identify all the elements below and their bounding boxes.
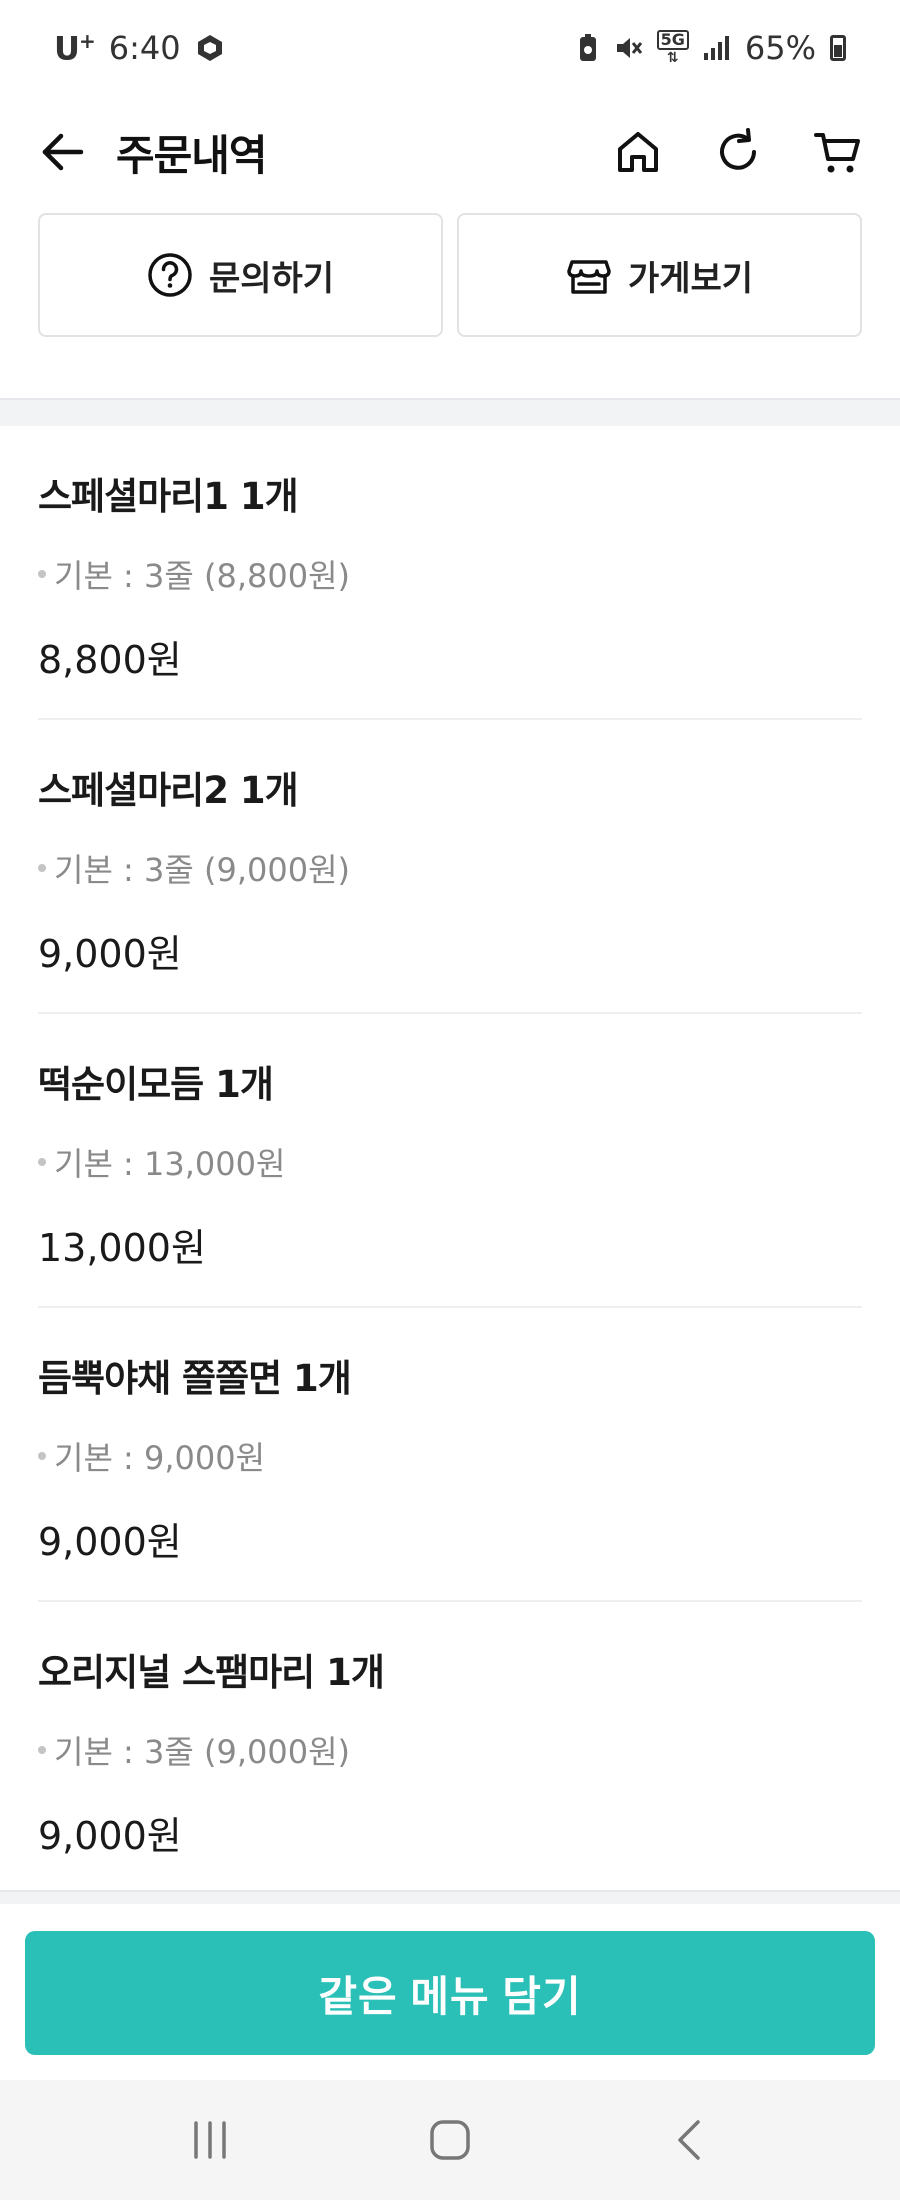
- item-option: 기본 : 3줄 (9,000원): [38, 845, 350, 891]
- inquiry-button[interactable]: 문의하기: [38, 213, 443, 337]
- item-name: 스페셜마리2 1개: [38, 769, 299, 812]
- header-actions: [606, 120, 870, 184]
- bullet-icon: [38, 1746, 46, 1754]
- order-item: 듬뿍야채 쫄쫄면 1개 기본 : 9,000원 9,000원: [38, 1308, 862, 1602]
- item-option: 기본 : 13,000원: [38, 1139, 285, 1185]
- refresh-button[interactable]: [706, 120, 770, 184]
- item-name: 오리지널 스팸마리 1개: [38, 1651, 385, 1694]
- store-icon: [567, 260, 611, 294]
- order-item-list: 스페셜마리1 1개 기본 : 3줄 (8,800원) 8,800원 스페셜마리2…: [0, 426, 900, 1896]
- order-history-screen: U+ 6:40 5G ⇅ 65% 주문내역 문의하기 가게보기 스페셜마리1 1…: [0, 0, 900, 2200]
- item-option: 기본 : 3줄 (8,800원): [38, 551, 350, 597]
- carrier-label: U+: [54, 28, 96, 68]
- item-price: 9,000원: [38, 1520, 182, 1564]
- chevron-left-icon: [678, 2120, 700, 2160]
- battery-percent-label: 65%: [744, 29, 816, 67]
- store-button[interactable]: 가게보기: [457, 213, 862, 337]
- item-name: 듬뿍야채 쫄쫄면 1개: [38, 1357, 352, 1400]
- back-nav-button[interactable]: [645, 2095, 735, 2185]
- add-same-menu-button[interactable]: 같은 메뉴 담기: [25, 1931, 875, 2055]
- item-option: 기본 : 9,000원: [38, 1433, 265, 1479]
- status-bar: U+ 6:40 5G ⇅ 65%: [0, 0, 900, 96]
- time-label: 6:40: [108, 29, 181, 67]
- app-notification-icon: [195, 33, 225, 63]
- bullet-icon: [38, 570, 46, 578]
- network-5g-icon: 5G ⇅: [656, 30, 689, 66]
- home-icon: [618, 132, 658, 172]
- order-item: 스페셜마리2 1개 기본 : 3줄 (9,000원) 9,000원: [38, 720, 862, 1014]
- system-navigation-bar: [0, 2080, 900, 2200]
- recent-apps-button[interactable]: [165, 2095, 255, 2185]
- item-name: 스페셜마리1 1개: [38, 475, 299, 518]
- home-nav-button[interactable]: [405, 2095, 495, 2185]
- bullet-icon: [38, 864, 46, 872]
- order-item: 스페셜마리1 1개 기본 : 3줄 (8,800원) 8,800원: [38, 426, 862, 720]
- mute-icon: [613, 33, 643, 63]
- bottom-divider: [0, 1890, 900, 1904]
- battery-saver-icon: [577, 33, 599, 63]
- cart-icon: [814, 133, 860, 173]
- item-price: 9,000원: [38, 932, 182, 976]
- order-item: 오리지널 스팸마리 1개 기본 : 3줄 (9,000원) 9,000원: [38, 1602, 862, 1896]
- order-action-row: 문의하기 가게보기: [38, 213, 862, 337]
- status-left: U+ 6:40: [54, 28, 225, 68]
- item-name: 떡순이모듬 1개: [38, 1063, 274, 1106]
- page-title: 주문내역: [116, 130, 268, 180]
- inquiry-label: 문의하기: [208, 258, 335, 299]
- home-square-icon: [430, 2120, 470, 2160]
- refresh-icon: [720, 128, 756, 170]
- recent-apps-icon: [194, 2121, 226, 2159]
- item-price: 9,000원: [38, 1814, 182, 1858]
- signal-icon: [703, 35, 731, 61]
- question-circle-icon: [148, 253, 192, 297]
- arrow-left-icon: [42, 133, 84, 171]
- bullet-icon: [38, 1158, 46, 1166]
- item-price: 13,000원: [38, 1226, 206, 1270]
- home-button[interactable]: [606, 120, 670, 184]
- order-item: 떡순이모듬 1개 기본 : 13,000원 13,000원: [38, 1014, 862, 1308]
- item-option: 기본 : 3줄 (9,000원): [38, 1727, 350, 1773]
- battery-icon: [830, 35, 846, 61]
- back-button[interactable]: [30, 120, 94, 184]
- section-divider: [0, 398, 900, 426]
- app-header: 주문내역: [0, 96, 900, 208]
- bottom-cta-area: 같은 메뉴 담기: [0, 1904, 900, 2080]
- status-right: 5G ⇅ 65%: [577, 29, 846, 67]
- store-label: 가게보기: [627, 258, 754, 299]
- bullet-icon: [38, 1452, 46, 1460]
- cart-button[interactable]: [806, 120, 870, 184]
- item-price: 8,800원: [38, 638, 182, 682]
